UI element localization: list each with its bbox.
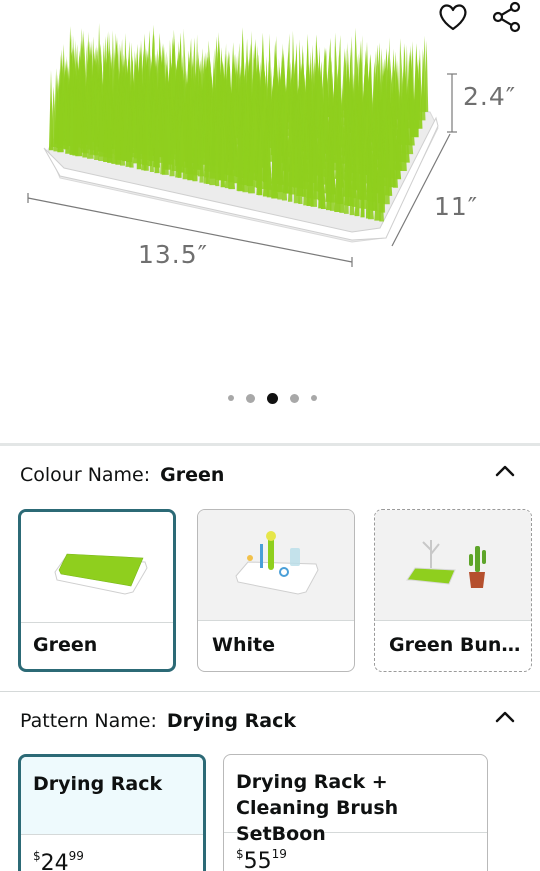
pattern-name-label: Pattern Name: [20,710,157,732]
share-icon[interactable] [490,0,524,34]
depth-dimension-label: 11″ [434,192,479,221]
pattern-option-title: Drying Rack [33,773,163,795]
colour-name-row: Colour Name: Green [20,464,224,486]
carousel-dots[interactable] [222,391,323,405]
pattern-option-header: Drying Rack + Cleaning Brush SetBoon [224,755,487,845]
price-whole: 24 [40,851,69,871]
product-image-carousel[interactable]: 2.4″ 11″ 13.5″ [0,0,540,440]
height-dimension-label: 2.4″ [463,82,517,111]
width-dimension-label: 13.5″ [138,240,209,269]
colour-option-name: Green [33,634,98,656]
pattern-option-drying-rack-brush-set[interactable]: Drying Rack + Cleaning Brush SetBoon $55… [223,754,488,871]
colour-option-white[interactable]: White [197,509,355,672]
chevron-up-icon[interactable] [494,710,516,724]
colour-option-name: White [212,634,275,656]
carousel-dot-active[interactable] [267,392,278,404]
pattern-name-value: Drying Rack [166,710,296,732]
colour-option-thumbnail [375,510,531,621]
pattern-name-row: Pattern Name: Drying Rack [20,710,296,732]
colour-option-name: Green Bun... [389,634,521,656]
carousel-dot[interactable] [290,393,299,403]
pattern-option-price: $2499 [33,849,84,871]
heart-icon[interactable] [436,0,470,34]
section-divider [0,691,540,692]
carousel-dot[interactable] [246,393,255,403]
chevron-up-icon[interactable] [494,464,516,478]
colour-name-value: Green [160,464,225,486]
colour-name-label: Colour Name: [20,464,151,486]
price-fraction: 19 [271,847,287,861]
colour-option-thumbnail [198,510,354,621]
section-divider [0,443,540,446]
price-fraction: 99 [68,849,84,863]
carousel-dot[interactable] [311,395,317,401]
colour-option-thumbnail [21,512,173,623]
carousel-dot[interactable] [228,395,234,401]
pattern-option-title: Drying Rack + Cleaning Brush SetBoon [236,771,399,845]
price-whole: 55 [243,849,272,871]
pattern-option-price: $5519 [236,847,287,871]
pattern-option-header: Drying Rack [21,757,203,835]
colour-option-green-bundle[interactable]: Green Bun... [374,509,532,672]
price-currency: $ [33,849,41,863]
colour-option-green[interactable]: Green [18,509,176,672]
pattern-option-drying-rack[interactable]: Drying Rack $2499 [18,754,206,871]
price-currency: $ [236,847,244,861]
